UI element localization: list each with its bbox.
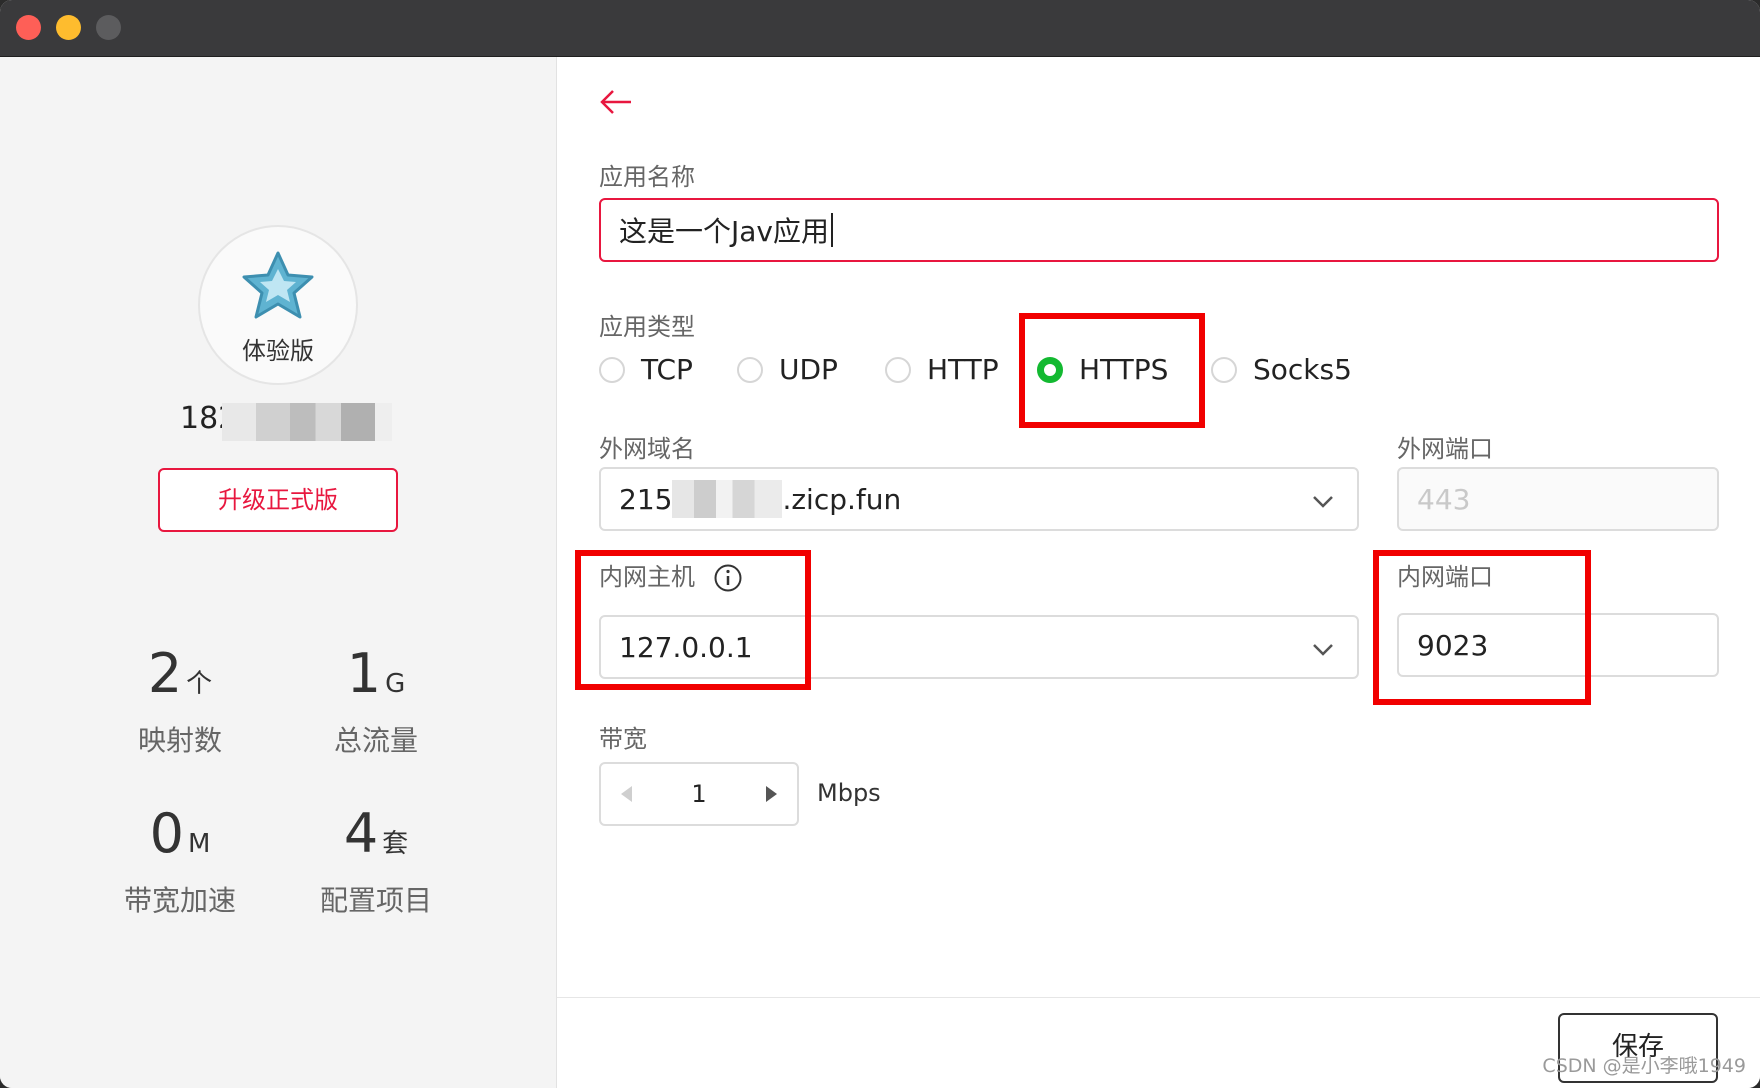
stat-value: 2 <box>147 642 183 705</box>
domain-prefix: 215 <box>619 482 673 516</box>
arrow-left-icon[interactable] <box>599 87 633 117</box>
radio-tcp[interactable]: TCP <box>599 353 693 386</box>
maximize-window-button[interactable] <box>96 15 121 40</box>
title-bar <box>0 0 1760 57</box>
redacted-mosaic <box>222 403 392 441</box>
stat-value: 1 <box>346 642 382 705</box>
avatar: 体验版 <box>198 225 358 385</box>
app-name-value: 这是一个Jav应用 <box>619 215 829 248</box>
radio-circle <box>599 356 625 383</box>
chevron-down-icon <box>1313 496 1333 508</box>
radio-label: Socks5 <box>1253 353 1352 386</box>
radio-label: TCP <box>641 353 693 386</box>
bandwidth-unit: Mbps <box>817 779 881 807</box>
stat-label: 带宽加速 <box>123 884 236 917</box>
radio-socks5[interactable]: Socks5 <box>1211 353 1352 386</box>
stat-value: 4 <box>343 802 379 865</box>
app-name-input[interactable]: 这是一个Jav应用 <box>599 198 1719 262</box>
bandwidth-label: 带宽 <box>599 725 647 753</box>
domain-suffix: .zicp.fun <box>782 482 902 516</box>
star-icon <box>242 251 314 319</box>
radio-label: HTTP <box>927 353 999 386</box>
radio-circle <box>1211 356 1237 383</box>
plan-label: 体验版 <box>242 337 314 365</box>
stat-unit: M <box>187 829 211 859</box>
stat-unit: 个 <box>186 669 213 699</box>
stat-traffic: 1G 总流量 <box>276 647 476 759</box>
app-name-label: 应用名称 <box>599 163 695 191</box>
radio-circle <box>737 356 763 383</box>
redacted-mosaic <box>672 480 783 518</box>
app-window: 体验版 182 升级正式版 2个 映射数 1G 总流量 0M 带宽加速 4套 配… <box>0 0 1760 1088</box>
radio-udp[interactable]: UDP <box>737 353 838 386</box>
radio-label: UDP <box>779 353 838 386</box>
ext-port-input: 443 <box>1397 467 1719 531</box>
radio-http[interactable]: HTTP <box>885 353 999 386</box>
text-caret <box>831 213 833 247</box>
domain-label: 外网域名 <box>599 435 695 463</box>
stat-label: 映射数 <box>137 724 222 757</box>
radio-circle <box>885 356 911 383</box>
annotation-box-int-port <box>1373 550 1591 705</box>
stat-bandwidth: 0M 带宽加速 <box>80 807 280 919</box>
main-panel: 应用名称 这是一个Jav应用 应用类型 TCP UDP HTTP HTTPS S… <box>557 57 1760 1088</box>
app-type-label: 应用类型 <box>599 313 695 341</box>
increment-icon[interactable] <box>765 784 779 804</box>
ext-port-label: 外网端口 <box>1397 435 1493 463</box>
minimize-window-button[interactable] <box>56 15 81 40</box>
stat-label: 总流量 <box>333 724 418 757</box>
sidebar: 体验版 182 升级正式版 2个 映射数 1G 总流量 0M 带宽加速 4套 配… <box>0 57 557 1088</box>
close-window-button[interactable] <box>16 15 41 40</box>
watermark: CSDN @是小李哦1949 <box>1542 1055 1746 1077</box>
domain-select[interactable]: 215 .zicp.fun <box>599 467 1359 531</box>
stat-configs: 4套 配置项目 <box>276 807 476 919</box>
ext-port-value: 443 <box>1417 482 1471 516</box>
bandwidth-stepper[interactable]: 1 <box>599 762 799 826</box>
stat-unit: 套 <box>382 829 409 859</box>
annotation-box-https <box>1019 313 1205 428</box>
upgrade-button[interactable]: 升级正式版 <box>158 468 398 532</box>
annotation-box-host <box>575 550 811 690</box>
chevron-down-icon <box>1313 644 1333 656</box>
stat-mappings: 2个 映射数 <box>80 647 280 759</box>
stat-label: 配置项目 <box>319 884 432 917</box>
stat-value: 0 <box>149 802 184 865</box>
stat-unit: G <box>385 669 406 699</box>
footer-divider <box>557 997 1760 998</box>
